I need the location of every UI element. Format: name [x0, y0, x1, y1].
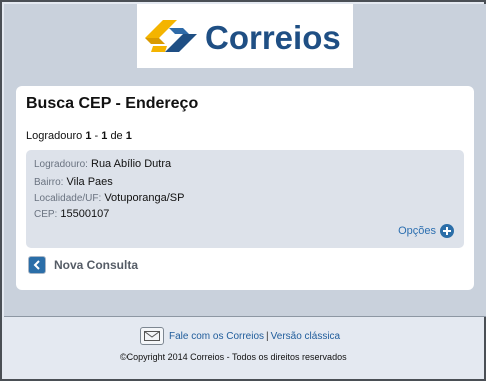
localidade-label: Localidade/UF:	[34, 193, 102, 204]
footer-separator: |	[266, 330, 269, 342]
copyright-text: ©Copyright 2014 Correios - Todos os dire…	[120, 352, 347, 362]
options-button[interactable]: Opções	[398, 224, 454, 238]
options-label: Opções	[398, 225, 436, 237]
logradouro-row: Logradouro: Rua Abílio Dutra	[34, 158, 171, 170]
cep-label: CEP:	[34, 209, 58, 220]
count-to: 1	[101, 130, 108, 142]
mail-icon[interactable]	[140, 327, 164, 345]
address-result: Logradouro: Rua Abílio Dutra Bairro: Vil…	[26, 150, 464, 248]
footer-divider	[4, 316, 486, 317]
plus-circle-icon	[440, 224, 454, 238]
new-search-button[interactable]: Nova Consulta	[28, 256, 138, 274]
bairro-row: Bairro: Vila Paes	[34, 176, 113, 188]
page-title: Busca CEP - Endereço	[26, 95, 199, 112]
contact-link[interactable]: Fale com os Correios	[169, 331, 264, 342]
result-card: Busca CEP - Endereço Logradouro 1 - 1 de…	[16, 86, 474, 290]
count-de: de	[110, 130, 123, 142]
count-total: 1	[125, 130, 132, 142]
logradouro-value: Rua Abílio Dutra	[91, 158, 172, 170]
footer-links: Fale com os Correios | Versão clássica	[140, 327, 340, 345]
localidade-row: Localidade/UF: Votuporanga/SP	[34, 192, 184, 204]
logo-text: Correios	[205, 19, 341, 56]
count-separator: -	[91, 130, 102, 142]
logradouro-label: Logradouro:	[34, 159, 88, 170]
cep-value: 15500107	[60, 208, 110, 220]
bairro-label: Bairro:	[34, 177, 64, 188]
correios-logo: Correios	[137, 4, 353, 68]
classic-version-link[interactable]: Versão clássica	[271, 331, 340, 342]
result-count: Logradouro 1 - 1 de 1	[26, 130, 132, 142]
new-search-label: Nova Consulta	[54, 258, 139, 272]
count-label: Logradouro	[26, 130, 83, 142]
cep-row: CEP: 15500107	[34, 208, 109, 220]
correios-logo-icon	[145, 20, 197, 52]
chevron-left-icon	[28, 256, 46, 274]
localidade-value: Votuporanga/SP	[104, 192, 185, 204]
bairro-value: Vila Paes	[66, 176, 113, 188]
browser-frame: Correios Busca CEP - Endereço Logradouro…	[0, 0, 486, 381]
